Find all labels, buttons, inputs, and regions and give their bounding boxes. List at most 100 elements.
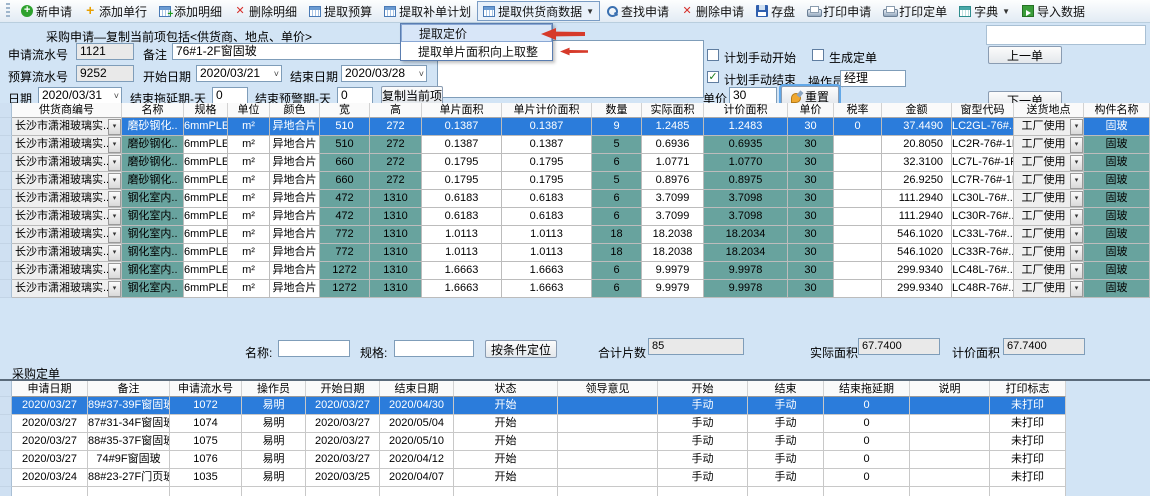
unit-price-input[interactable]: 30 [729, 87, 777, 104]
start-date-select[interactable]: 2020/03/21 [196, 65, 282, 82]
chevron-down-icon[interactable]: ▾ [1070, 173, 1083, 189]
supplier-combo-cell[interactable]: 长沙市潇湘玻璃实..▾ [12, 172, 122, 190]
remark-input[interactable]: 76#1-2F窗固玻 [172, 43, 410, 60]
orders-column-header[interactable]: 打印标志 [990, 381, 1066, 397]
grid-column-header[interactable]: 税率 [834, 103, 882, 118]
supplier-combo-cell[interactable]: 长沙市潇湘玻璃实..▾ [12, 118, 122, 136]
grid-column-header[interactable]: 数量 [592, 103, 642, 118]
chevron-down-icon[interactable]: ▾ [1070, 155, 1083, 171]
table-row[interactable]: 2020/03/2774#9F窗固玻1076易明2020/03/272020/0… [0, 451, 1150, 469]
grid-column-header[interactable]: 颜色 [270, 103, 320, 118]
chevron-down-icon[interactable]: ▾ [1070, 227, 1083, 243]
supplier-combo-cell[interactable]: 长沙市潇湘玻璃实..▾ [12, 208, 122, 226]
chevron-down-icon[interactable]: ▾ [1070, 209, 1083, 225]
filter-spec-input[interactable] [394, 340, 474, 357]
table-row[interactable]: 2020/03/2488#23-27F门页玻1035易明2020/03/2520… [0, 469, 1150, 487]
chevron-down-icon[interactable]: ▾ [108, 191, 121, 207]
toolbar-button-print-application[interactable]: 打印申请 [801, 1, 877, 21]
orders-column-header[interactable]: 开始日期 [306, 381, 380, 397]
table-row[interactable]: 长沙市潇湘玻璃实..▾磨砂钢化..6mmPLE..m²异地合片6602720.1… [0, 154, 1150, 172]
toolbar-button-find-application[interactable]: 查找申请 [600, 1, 675, 21]
toolbar-button-dictionary[interactable]: 字典▼ [953, 1, 1016, 21]
delivery-combo-cell[interactable]: 工厂使用▾ [1014, 280, 1084, 298]
chevron-down-icon[interactable]: ▾ [108, 209, 121, 225]
orders-column-header[interactable]: 操作员 [242, 381, 306, 397]
end-date-select[interactable]: 2020/03/28 [341, 65, 427, 82]
date-select[interactable]: 2020/03/31 [38, 87, 122, 104]
toolbar-button-save[interactable]: 存盘 [750, 1, 801, 21]
operator-input[interactable]: 经理 [840, 70, 906, 87]
grid-column-header[interactable]: 单片面积 [422, 103, 502, 118]
toolbar-button-extract-supplement-plan[interactable]: 提取补单计划 [378, 1, 477, 21]
orders-column-header[interactable]: 申请日期 [12, 381, 88, 397]
manual-start-checkbox[interactable] [707, 49, 719, 61]
grid-column-header[interactable]: 金额 [882, 103, 952, 118]
locate-button[interactable]: 按条件定位 [485, 340, 557, 358]
chevron-down-icon[interactable]: ▾ [1070, 245, 1083, 261]
chevron-down-icon[interactable]: ▾ [1070, 281, 1083, 297]
table-row[interactable]: 长沙市潇湘玻璃实..▾磨砂钢化..6mmPLE..m²异地合片5102720.1… [0, 118, 1150, 136]
chevron-down-icon[interactable]: ▾ [1070, 263, 1083, 279]
table-row[interactable] [0, 487, 1150, 496]
table-row[interactable]: 长沙市潇湘玻璃实..▾磨砂钢化..6mmPLE..m²异地合片5102720.1… [0, 136, 1150, 154]
delivery-combo-cell[interactable]: 工厂使用▾ [1014, 118, 1084, 136]
grid-column-header[interactable]: 单位 [228, 103, 270, 118]
manual-end-checkbox[interactable]: ✓ [707, 71, 719, 83]
delivery-combo-cell[interactable]: 工厂使用▾ [1014, 244, 1084, 262]
grid-column-header[interactable]: 宽 [320, 103, 370, 118]
toolbar-button-delete-application[interactable]: ✕删除申请 [675, 1, 750, 21]
chevron-down-icon[interactable]: ▾ [1070, 119, 1083, 135]
table-row[interactable]: 长沙市潇湘玻璃实..▾磨砂钢化..6mmPLE..m²异地合片6602720.1… [0, 172, 1150, 190]
chevron-down-icon[interactable]: ▾ [108, 119, 121, 135]
delivery-combo-cell[interactable]: 工厂使用▾ [1014, 136, 1084, 154]
table-row[interactable]: 长沙市潇湘玻璃实..▾钢化室内..6mmPLE..m²异地合片47213100.… [0, 208, 1150, 226]
orders-column-header[interactable]: 申请流水号 [170, 381, 242, 397]
orders-column-header[interactable]: 状态 [454, 381, 558, 397]
budget-input[interactable]: 9252 [76, 65, 134, 82]
orders-column-header[interactable]: 结束 [748, 381, 824, 397]
menu-item-extract-pricing[interactable]: 提取定价 [401, 24, 552, 42]
orders-column-header[interactable]: 领导意见 [558, 381, 658, 397]
serial-input[interactable]: 1121 [76, 43, 134, 60]
chevron-down-icon[interactable]: ▾ [1070, 137, 1083, 153]
table-row[interactable]: 长沙市潇湘玻璃实..▾钢化室内..6mmPLE..m²异地合片77213101.… [0, 226, 1150, 244]
grid-column-header[interactable]: 供货商编号 [12, 103, 122, 118]
grid-column-header[interactable]: 构件名称 [1084, 103, 1150, 118]
grid-column-header[interactable]: 窗型代码 [952, 103, 1014, 118]
grid-column-header[interactable]: 规格 [184, 103, 228, 118]
toolbar-button-delete-detail[interactable]: ✕删除明细 [228, 1, 303, 21]
menu-item-extract-unit-area-roundup[interactable]: 提取单片面积向上取整 [401, 42, 552, 60]
gen-order-checkbox[interactable] [812, 49, 824, 61]
delay-input[interactable]: 0 [212, 87, 248, 104]
toolbar-button-new-application[interactable]: +新申请 [15, 1, 78, 21]
table-row[interactable]: 长沙市潇湘玻璃实..▾钢化室内..6mmPLE..m²异地合片47213100.… [0, 190, 1150, 208]
toolbar-button-extract-supplier-data[interactable]: 提取供货商数据▼ [477, 1, 600, 21]
toolbar-button-print-order[interactable]: 打印定单 [877, 1, 953, 21]
delivery-combo-cell[interactable]: 工厂使用▾ [1014, 154, 1084, 172]
grid-column-header[interactable]: 送货地点 [1014, 103, 1084, 118]
supplier-combo-cell[interactable]: 长沙市潇湘玻璃实..▾ [12, 280, 122, 298]
orders-column-header[interactable]: 备注 [88, 381, 170, 397]
grid-column-header[interactable]: 名称 [122, 103, 184, 118]
orders-column-header[interactable]: 开始 [658, 381, 748, 397]
supplier-combo-cell[interactable]: 长沙市潇湘玻璃实..▾ [12, 154, 122, 172]
chevron-down-icon[interactable]: ▾ [108, 227, 121, 243]
supplier-combo-cell[interactable]: 长沙市潇湘玻璃实..▾ [12, 244, 122, 262]
chevron-down-icon[interactable]: ▾ [108, 137, 121, 153]
delivery-combo-cell[interactable]: 工厂使用▾ [1014, 208, 1084, 226]
table-row[interactable]: 长沙市潇湘玻璃实..▾钢化室内..6mmPLE..m²异地合片127213101… [0, 280, 1150, 298]
chevron-down-icon[interactable]: ▾ [108, 245, 121, 261]
grid-column-header[interactable]: 单片计价面积 [502, 103, 592, 118]
delivery-combo-cell[interactable]: 工厂使用▾ [1014, 172, 1084, 190]
chevron-down-icon[interactable]: ▾ [1070, 191, 1083, 207]
grid-column-header[interactable]: 计价面积 [704, 103, 788, 118]
supplier-combo-cell[interactable]: 长沙市潇湘玻璃实..▾ [12, 262, 122, 280]
toolbar-button-extract-budget[interactable]: 提取预算 [303, 1, 378, 21]
orders-column-header[interactable]: 结束拖延期 [824, 381, 910, 397]
toolbar-button-add-single-row[interactable]: +添加单行 [78, 1, 153, 21]
table-row[interactable]: 2020/03/2789#37-39F窗固玻1072易明2020/03/2720… [0, 397, 1150, 415]
table-row[interactable]: 长沙市潇湘玻璃实..▾钢化室内..6mmPLE..m²异地合片77213101.… [0, 244, 1150, 262]
chevron-down-icon[interactable]: ▾ [108, 173, 121, 189]
grid-column-header[interactable]: 高 [370, 103, 422, 118]
delivery-combo-cell[interactable]: 工厂使用▾ [1014, 262, 1084, 280]
